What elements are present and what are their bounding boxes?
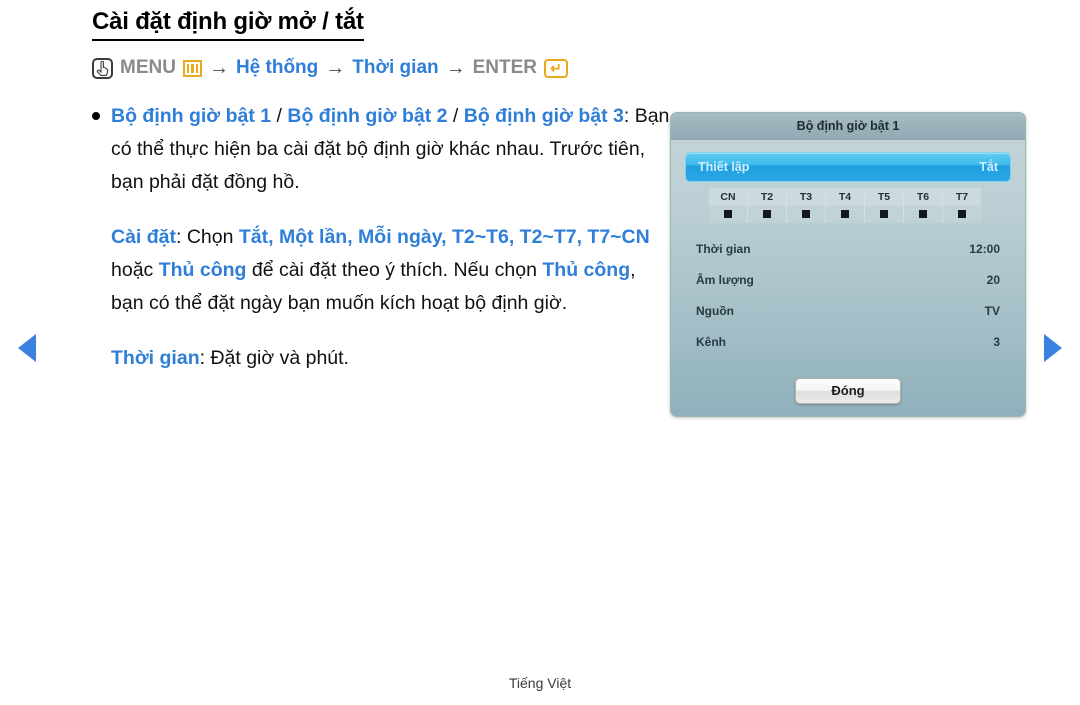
day-checkbox-cell[interactable] (904, 206, 942, 223)
day-label: T6 (904, 188, 942, 206)
next-page-arrow[interactable] (1044, 334, 1062, 362)
breadcrumb-arrow-3: → (445, 56, 466, 79)
page-title: Cài đặt định giờ mở / tắt (92, 8, 364, 41)
setup-mid: hoặc (111, 258, 159, 281)
term-timer-1: Bộ định giờ bật 1 (111, 104, 272, 127)
day-checkbox-cell[interactable] (826, 206, 864, 223)
setup-lead: : Chọn (176, 225, 239, 248)
enter-return-icon: ↵ (544, 58, 569, 78)
checkbox-icon[interactable] (763, 210, 771, 218)
day-checkbox-cell[interactable] (748, 206, 786, 223)
checkbox-icon[interactable] (724, 210, 732, 218)
term-cai-dat: Cài đặt (111, 225, 177, 248)
dialog-title: Bộ định giờ bật 1 (671, 113, 1025, 140)
breadcrumb-step-thoi-gian[interactable]: Thời gian (352, 57, 438, 79)
breadcrumb-menu-label: MENU (120, 57, 176, 79)
checkbox-icon[interactable] (802, 210, 810, 218)
setup-mid-2: để cài đặt theo ý thích. Nếu chọn (246, 258, 543, 281)
row-label: Kênh (696, 334, 726, 349)
paragraph-timers: Bộ định giờ bật 1 / Bộ định giờ bật 2 / … (111, 100, 672, 199)
dialog-settings-rows: Thời gian 12:00 Âm lượng 20 Nguồn TV Kên… (685, 233, 1011, 357)
day-column-t3[interactable]: T3 (787, 188, 826, 223)
day-checkbox-cell[interactable] (709, 206, 747, 223)
day-label: T3 (787, 188, 825, 206)
paragraph-time: Thời gian: Đặt giờ và phút. (111, 342, 672, 375)
setup-options-list: Tắt, Một lần, Mỗi ngày, T2~T6, T2~T7, T7… (238, 225, 650, 248)
term-thoi-gian: Thời gian (111, 346, 200, 369)
setup-option-manual: Thủ công (158, 258, 247, 281)
row-label: Âm lượng (696, 272, 754, 287)
bullet-dot-icon (92, 111, 100, 120)
prev-page-arrow[interactable] (18, 334, 36, 362)
day-checkbox-cell[interactable] (865, 206, 903, 223)
dialog-row-thoi-gian[interactable]: Thời gian 12:00 (685, 233, 1011, 264)
dialog-row-am-luong[interactable]: Âm lượng 20 (685, 264, 1011, 295)
breadcrumb-step-he-thong[interactable]: Hệ thống (236, 57, 318, 79)
day-column-t2[interactable]: T2 (748, 188, 787, 223)
content-column: Cài đặt định giờ mở / tắt MENU → Hệ thốn… (92, 8, 672, 375)
close-button[interactable]: Đóng (795, 378, 901, 404)
day-checkbox-cell[interactable] (787, 206, 825, 223)
term-timer-2: Bộ định giờ bật 2 (287, 104, 448, 127)
paragraph-setup: Cài đặt: Chọn Tắt, Một lần, Mỗi ngày, T2… (111, 221, 672, 320)
remote-hand-icon (92, 57, 113, 79)
dialog-row-kenh[interactable]: Kênh 3 (685, 326, 1011, 357)
dialog-row-thiet-lap-label: Thiết lập (698, 160, 750, 174)
row-value: 12:00 (969, 241, 1000, 256)
sep-2: / (447, 104, 459, 127)
day-column-t6[interactable]: T6 (904, 188, 943, 223)
paragraph-time-text: : Đặt giờ và phút. (199, 346, 349, 369)
page-footer-language: Tiếng Việt (508, 675, 572, 691)
breadcrumb-arrow-1: → (208, 56, 229, 79)
row-label: Thời gian (696, 241, 751, 256)
dialog-footer: Đóng (671, 378, 1025, 404)
row-label: Nguồn (696, 303, 734, 318)
checkbox-icon[interactable] (880, 210, 888, 218)
checkbox-icon[interactable] (841, 210, 849, 218)
day-column-cn[interactable]: CN (709, 188, 748, 223)
day-column-t5[interactable]: T5 (865, 188, 904, 223)
dialog-body: Thiết lập Tắt CN T2 T3 T4 T5 T6 T7 Thời … (671, 140, 1025, 357)
row-value: 3 (993, 334, 1000, 349)
breadcrumb-enter-label: ENTER (472, 57, 538, 79)
day-label: T7 (943, 188, 981, 206)
breadcrumb: MENU → Hệ thống → Thời gian → ENTER ↵ (92, 57, 672, 80)
menu-bars-icon (182, 59, 202, 77)
day-checkbox-cell[interactable] (943, 206, 981, 223)
sep-1: / (271, 104, 288, 127)
day-label: T4 (826, 188, 864, 206)
day-label: T5 (865, 188, 903, 206)
row-value: 20 (986, 272, 1000, 287)
checkbox-icon[interactable] (958, 210, 966, 218)
setup-option-manual-2: Thủ công (542, 258, 631, 281)
dialog-row-thiet-lap[interactable]: Thiết lập Tắt (685, 152, 1011, 182)
breadcrumb-arrow-2: → (325, 56, 346, 79)
day-selector: CN T2 T3 T4 T5 T6 T7 (709, 188, 981, 223)
checkbox-icon[interactable] (919, 210, 927, 218)
term-timer-3: Bộ định giờ bật 3 (463, 104, 624, 127)
row-value: TV (984, 303, 1000, 318)
bullet-block: Bộ định giờ bật 1 / Bộ định giờ bật 2 / … (92, 100, 672, 375)
bullet-body: Bộ định giờ bật 1 / Bộ định giờ bật 2 / … (111, 100, 672, 375)
dialog-row-nguon[interactable]: Nguồn TV (685, 295, 1011, 326)
day-column-t7[interactable]: T7 (943, 188, 981, 223)
dialog-row-thiet-lap-value: Tắt (979, 160, 998, 174)
day-label: T2 (748, 188, 786, 206)
day-column-t4[interactable]: T4 (826, 188, 865, 223)
tv-timer-dialog: Bộ định giờ bật 1 Thiết lập Tắt CN T2 T3… (670, 112, 1026, 417)
day-label: CN (709, 188, 747, 206)
